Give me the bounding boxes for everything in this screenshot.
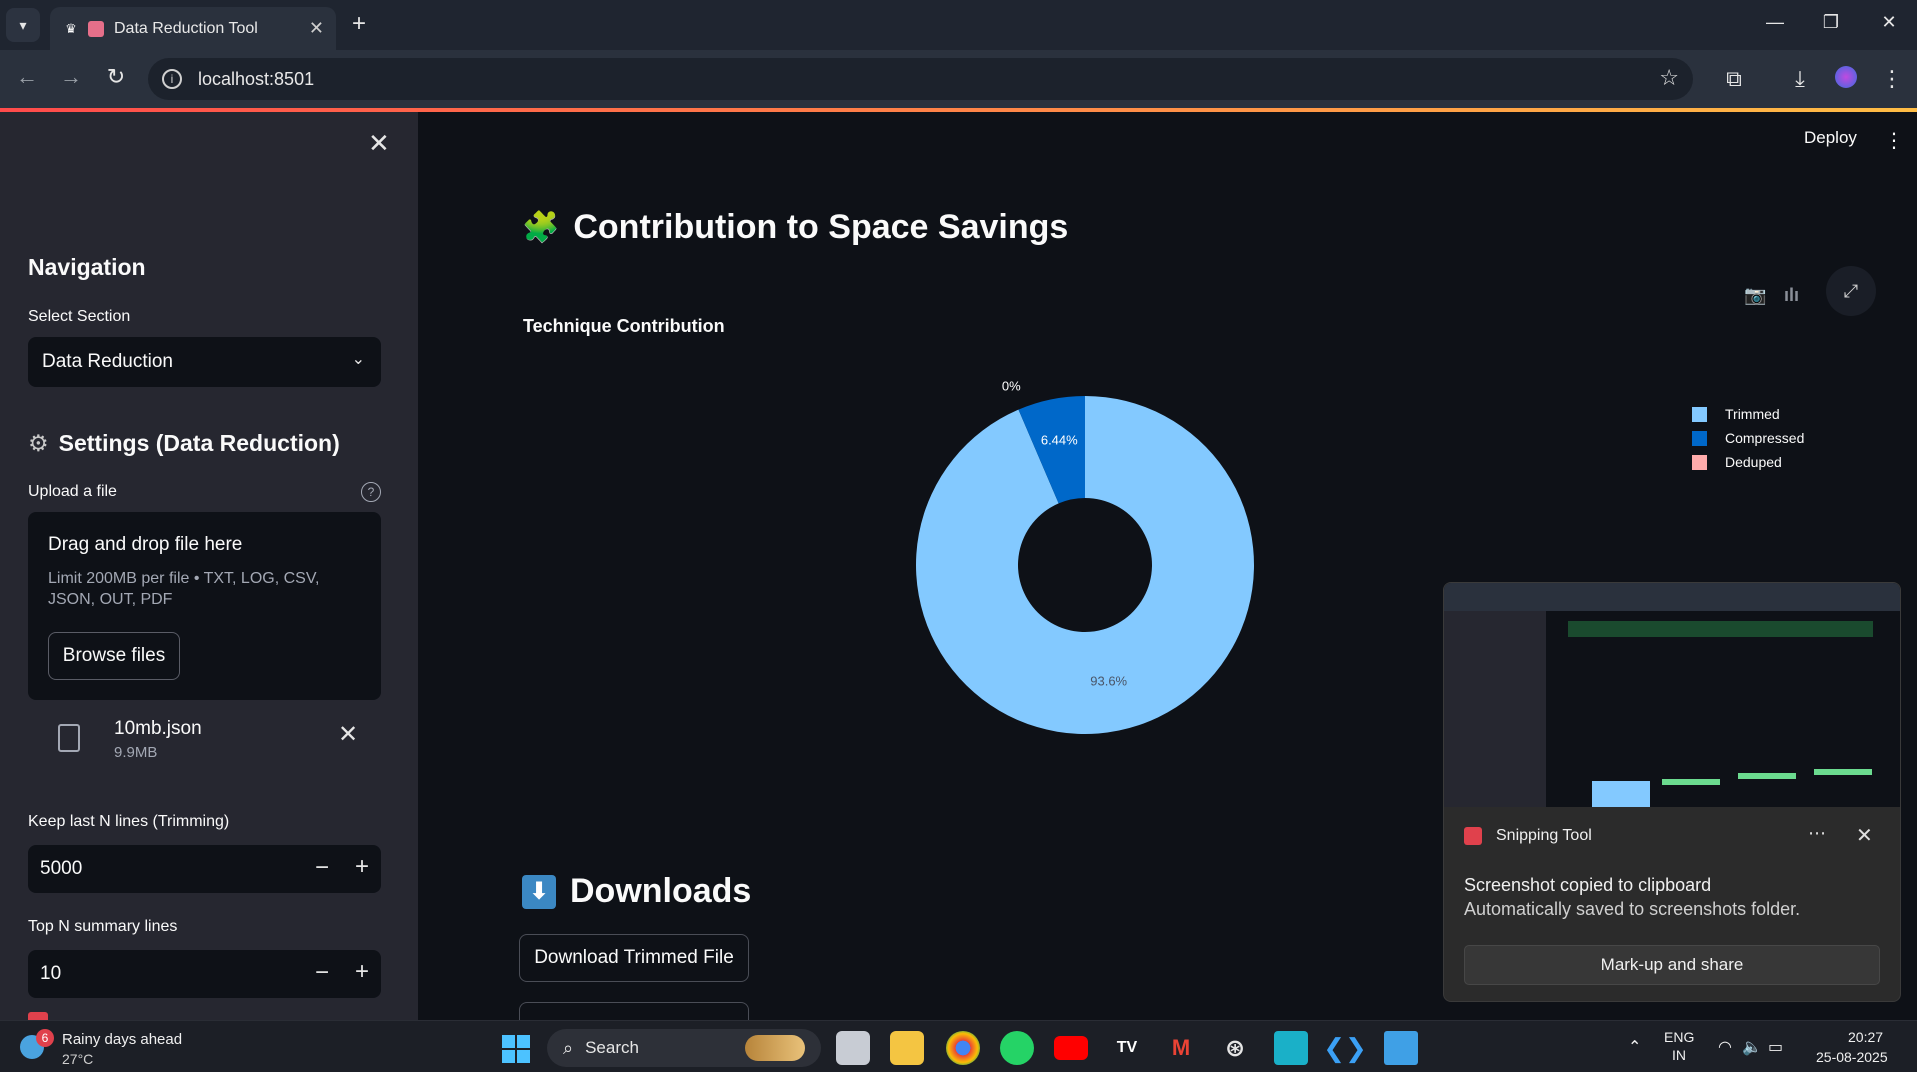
file-explorer-icon[interactable]	[890, 1031, 924, 1065]
legend-label: Compressed	[1725, 430, 1805, 446]
toast-close-icon[interactable]: ✕	[1856, 823, 1873, 848]
legend-label: Trimmed	[1725, 406, 1780, 422]
slice-label-trimmed: 93.6%	[1090, 674, 1127, 689]
snipping-tool-icon	[1464, 827, 1482, 845]
system-tray: ⌃ ENG IN ◠ 🔈 ▭ 20:27 25-08-2025	[1620, 1027, 1910, 1069]
slice-label-deduped: 0%	[1002, 378, 1021, 393]
toast-more-icon[interactable]: ⋯	[1808, 823, 1826, 844]
lang-2[interactable]: IN	[1672, 1047, 1686, 1063]
search-icon: ⌕	[563, 1037, 574, 1058]
toast-sub-message: Automatically saved to screenshots folde…	[1464, 899, 1801, 919]
clock-time[interactable]: 20:27	[1848, 1029, 1883, 1045]
legend-item-compressed[interactable]: Compressed	[1692, 430, 1804, 446]
legend-swatch	[1692, 406, 1707, 422]
screenshot-thumbnail[interactable]	[1444, 583, 1900, 807]
start-button[interactable]	[502, 1035, 530, 1063]
toast-app-name: Snipping Tool	[1496, 827, 1592, 844]
legend-item-trimmed[interactable]: Trimmed	[1692, 406, 1780, 422]
legend-swatch	[1692, 454, 1707, 470]
taskbar: 6 Rainy days ahead 27°C ⌕ Search TV M ⊛ …	[0, 1020, 1917, 1072]
legend-swatch	[1692, 430, 1707, 446]
volume-icon[interactable]: 🔈	[1742, 1037, 1762, 1057]
temperature: 27°C	[62, 1051, 94, 1067]
youtube-icon[interactable]	[1054, 1036, 1088, 1060]
weather-text: Rainy days ahead	[62, 1031, 183, 1048]
weather-widget[interactable]: 6 Rainy days ahead 27°C	[20, 1029, 220, 1069]
chevron-up-icon[interactable]: ⌃	[1628, 1037, 1641, 1057]
search-label: Search	[585, 1038, 639, 1057]
wifi-icon[interactable]: ◠	[1718, 1037, 1732, 1057]
clock-date[interactable]: 25-08-2025	[1816, 1049, 1888, 1065]
downloads-heading-text: Downloads	[570, 872, 752, 910]
task-view-icon[interactable]	[836, 1031, 870, 1065]
downloads-heading: ⬇ Downloads	[522, 872, 751, 911]
notepad-icon[interactable]	[1384, 1031, 1418, 1065]
toast-header: Snipping Tool	[1464, 827, 1592, 845]
app-icon[interactable]	[1274, 1031, 1308, 1065]
chrome-icon[interactable]	[946, 1031, 980, 1065]
markup-share-button[interactable]: Mark-up and share	[1464, 945, 1880, 985]
download-trimmed-button[interactable]: Download Trimmed File	[519, 934, 749, 982]
battery-icon[interactable]: ▭	[1768, 1037, 1783, 1057]
legend-label: Deduped	[1725, 454, 1782, 470]
slice-label-compressed: 6.44%	[1041, 433, 1078, 448]
legend-item-deduped[interactable]: Deduped	[1692, 454, 1782, 470]
toast-message: Screenshot copied to clipboard	[1464, 875, 1712, 895]
whatsapp-icon[interactable]	[1000, 1031, 1034, 1065]
snipping-tool-notification[interactable]: Snipping Tool ⋯ ✕ Screenshot copied to c…	[1443, 582, 1901, 1002]
download-next-button[interactable]	[519, 1002, 749, 1020]
down-arrow-icon: ⬇	[522, 874, 556, 909]
weather-badge: 6	[36, 1029, 54, 1047]
taskbar-search[interactable]: ⌕ Search	[547, 1029, 821, 1067]
chatgpt-icon[interactable]: ⊛	[1218, 1031, 1252, 1065]
lang-1[interactable]: ENG	[1664, 1029, 1694, 1045]
vscode-icon[interactable]: ❮❯	[1323, 1031, 1367, 1065]
tradingview-icon[interactable]: TV	[1110, 1031, 1144, 1065]
gmail-icon[interactable]: M	[1164, 1031, 1198, 1065]
search-highlight-image	[745, 1035, 805, 1061]
